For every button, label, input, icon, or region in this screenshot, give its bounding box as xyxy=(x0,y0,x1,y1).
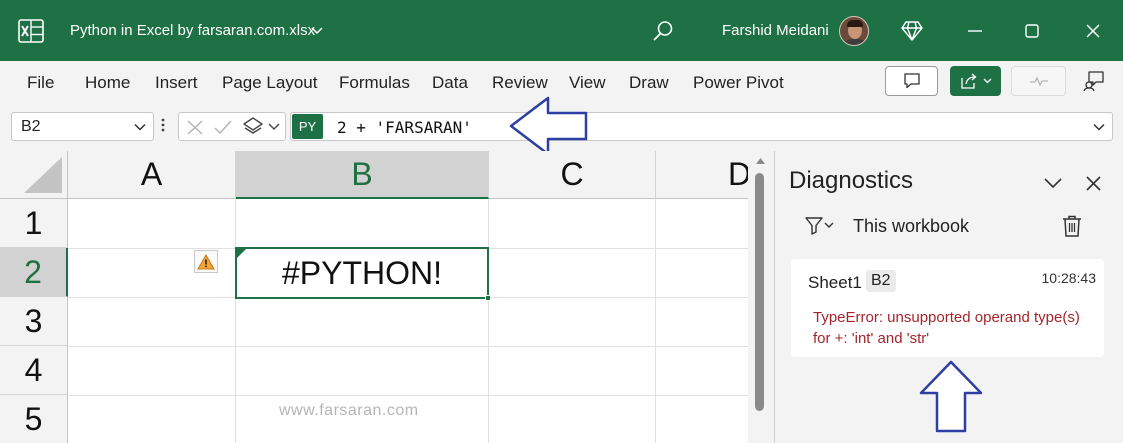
gridline xyxy=(68,346,748,347)
filter-icon[interactable] xyxy=(805,217,835,240)
chevron-down-icon[interactable] xyxy=(311,0,323,61)
vertical-scrollbar[interactable] xyxy=(748,151,774,443)
formula-text: 2 + 'FARSARAN' xyxy=(337,118,472,137)
activity-button[interactable] xyxy=(1011,66,1066,96)
chevron-down-icon[interactable] xyxy=(268,122,280,132)
row-header-1[interactable]: 1 xyxy=(0,199,68,248)
title-bar: Python in Excel by farsaran.com.xlsx Far… xyxy=(0,0,1123,61)
diamond-icon[interactable] xyxy=(901,0,923,61)
gridline xyxy=(68,395,748,396)
watermark: www.farsaran.com xyxy=(279,402,419,419)
excel-window: Python in Excel by farsaran.com.xlsx Far… xyxy=(0,0,1123,443)
tab-page-layout[interactable]: Page Layout xyxy=(222,73,317,93)
trash-icon[interactable] xyxy=(1062,215,1082,242)
row-header-5[interactable]: 5 xyxy=(0,395,68,443)
tab-data[interactable]: Data xyxy=(432,73,468,93)
maximize-icon[interactable] xyxy=(1009,0,1055,61)
row-header-2[interactable]: 2 xyxy=(0,248,68,297)
arrow-up-annotation xyxy=(918,359,984,440)
scroll-up-icon[interactable] xyxy=(755,157,766,165)
column-header-a[interactable]: A xyxy=(68,151,236,199)
chevron-down-icon[interactable] xyxy=(1043,176,1063,194)
formula-input[interactable]: PY 2 + 'FARSARAN' xyxy=(290,112,1113,141)
excel-logo-icon[interactable] xyxy=(18,0,44,61)
cell-b2[interactable]: #PYTHON! xyxy=(235,247,491,301)
tab-draw[interactable]: Draw xyxy=(629,73,669,93)
layers-icon[interactable] xyxy=(242,116,264,138)
gridline xyxy=(655,199,656,443)
feedback-icon[interactable] xyxy=(1081,66,1107,96)
comment-icon xyxy=(903,73,920,89)
python-badge[interactable]: PY xyxy=(292,114,323,139)
tab-home[interactable]: Home xyxy=(85,73,130,93)
tab-review[interactable]: Review xyxy=(492,73,548,93)
warning-icon[interactable] xyxy=(194,250,218,273)
gridline xyxy=(488,199,489,443)
scope-label[interactable]: This workbook xyxy=(853,216,969,237)
column-header-b[interactable]: B xyxy=(236,151,489,199)
diagnostics-pane: Diagnostics This workbook Sheet1 B2 10:2… xyxy=(774,151,1123,443)
close-icon[interactable] xyxy=(1086,176,1101,196)
tab-view[interactable]: View xyxy=(569,73,606,93)
diagnostics-title: Diagnostics xyxy=(789,167,914,194)
column-header-d[interactable]: D xyxy=(656,151,748,199)
worksheet-grid: A B C D 1 2 3 4 5 #PYTHON! www.farsaran.… xyxy=(0,151,748,443)
select-all-corner[interactable] xyxy=(0,151,68,199)
scrollbar-thumb[interactable] xyxy=(755,173,764,411)
user-name[interactable]: Farshid Meidani xyxy=(722,0,829,61)
more-dots-icon[interactable] xyxy=(161,117,165,138)
chevron-down-icon[interactable] xyxy=(1092,120,1106,139)
entry-timestamp: 10:28:43 xyxy=(1041,270,1097,286)
chevron-down-icon[interactable] xyxy=(133,120,147,139)
column-header-c[interactable]: C xyxy=(489,151,656,199)
entry-cell-badge[interactable]: B2 xyxy=(866,270,896,292)
name-box-value: B2 xyxy=(21,118,41,135)
avatar[interactable] xyxy=(839,0,869,61)
gridline xyxy=(235,199,236,443)
entry-sheet: Sheet1 xyxy=(808,273,862,292)
entry-error-message: TypeError: unsupported operand type(s) f… xyxy=(813,309,1080,347)
comment-button[interactable] xyxy=(885,66,938,96)
tab-insert[interactable]: Insert xyxy=(155,73,198,93)
row-header-4[interactable]: 4 xyxy=(0,346,68,395)
tab-power-pivot[interactable]: Power Pivot xyxy=(693,73,784,93)
fill-handle[interactable] xyxy=(485,295,491,301)
formula-controls xyxy=(178,112,286,141)
cell-b2-value: #PYTHON! xyxy=(281,254,443,291)
error-indicator-triangle xyxy=(237,249,246,258)
diagnostic-entry[interactable]: Sheet1 B2 10:28:43 TypeError: unsupporte… xyxy=(791,259,1104,357)
activity-icon xyxy=(1029,76,1048,87)
share-button[interactable] xyxy=(950,66,1001,96)
tab-formulas[interactable]: Formulas xyxy=(339,73,410,93)
row-header-3[interactable]: 3 xyxy=(0,297,68,346)
minimize-icon[interactable] xyxy=(952,0,998,61)
tab-file[interactable]: File xyxy=(27,73,54,93)
close-icon[interactable] xyxy=(1070,0,1116,61)
search-icon[interactable] xyxy=(652,0,674,61)
share-icon xyxy=(960,73,991,89)
file-name[interactable]: Python in Excel by farsaran.com.xlsx xyxy=(70,0,315,61)
check-icon[interactable] xyxy=(213,119,233,136)
cancel-x-icon[interactable] xyxy=(186,119,204,136)
name-box[interactable]: B2 xyxy=(11,112,154,141)
